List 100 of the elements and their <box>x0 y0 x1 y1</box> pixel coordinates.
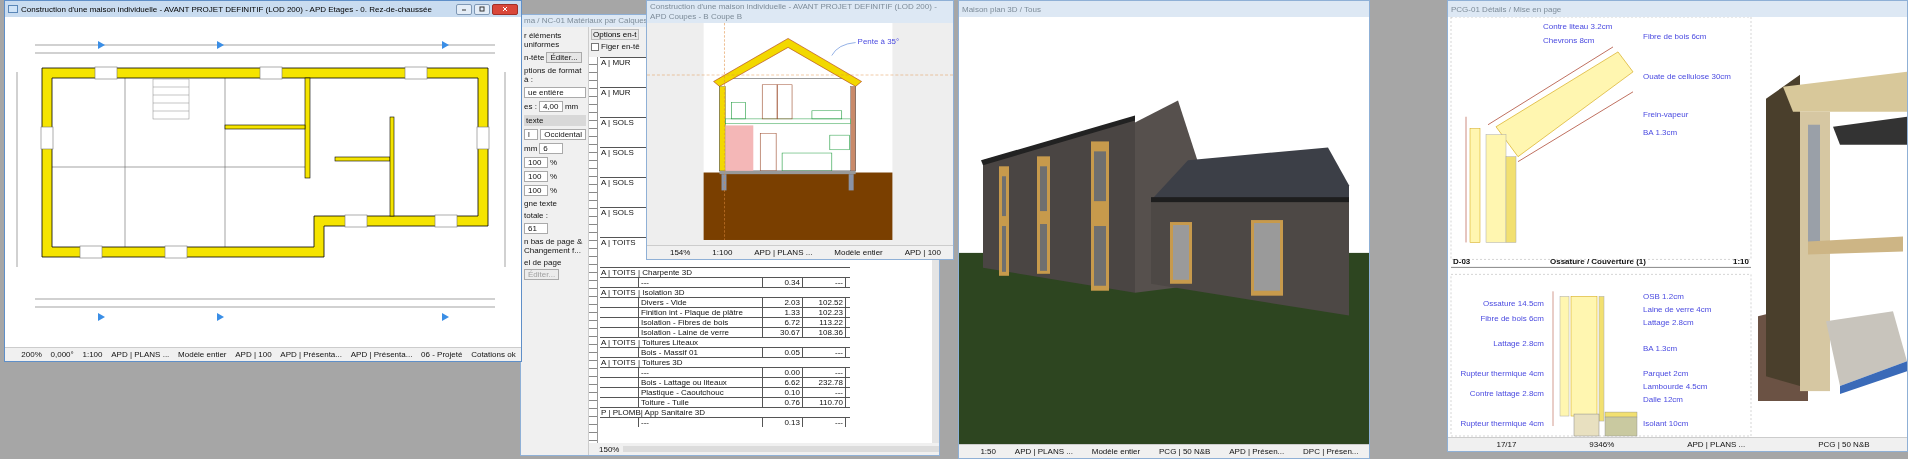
table-cell: Plastique - Caoutchouc <box>638 388 762 397</box>
minimize-icon <box>459 6 469 12</box>
close-icon <box>500 6 510 12</box>
minimize-button[interactable] <box>456 3 472 15</box>
toolbar-dropdown[interactable]: 154% <box>669 248 691 257</box>
table-cell: Finition int - Plaque de plâtre <box>638 308 762 317</box>
setting-label: n-tête <box>524 53 545 62</box>
table-cell: 1.33 <box>762 308 802 317</box>
toolbar-dropdown[interactable]: Modèle entier <box>834 248 883 257</box>
group-heading: A | SOLS <box>600 208 634 217</box>
toolbar-dropdown[interactable]: Modèle entier <box>1091 447 1141 456</box>
toolbar-dropdown[interactable]: APD | Présen... <box>1229 447 1285 456</box>
toolbar-dropdown[interactable]: Modèle entier <box>178 350 227 359</box>
toolbar-dropdown[interactable]: 1:100 <box>82 350 103 359</box>
table-cell: Bois - Lattage ou liteaux <box>638 378 762 387</box>
window-title: Construction d'une maison individuelle - AVANT PROJET DEFINITIF (LOD 200) - APD Coupes - B Coupe B <box>650 2 938 22</box>
group-heading: A | TOITS | Charpente 3D <box>600 268 692 277</box>
maximize-button[interactable] <box>474 3 490 15</box>
toolbar-dropdown[interactable]: APD | PLANS ... <box>754 248 813 257</box>
table-cell: 113.22 <box>802 318 846 327</box>
dropdown[interactable]: Occidental <box>540 129 586 140</box>
table-cell: 2.03 <box>762 298 802 307</box>
toolbar-dropdown[interactable]: APD | PLANS ... <box>1687 440 1746 449</box>
input-field[interactable]: 100 <box>524 157 548 168</box>
table-cell: 102.52 <box>802 298 846 307</box>
group-heading: A | TOITS | Toitures Liteaux <box>600 338 699 347</box>
input-field[interactable]: 100 <box>524 171 548 182</box>
input-field[interactable]: 100 <box>524 185 548 196</box>
group-heading: A | MUR <box>600 58 631 67</box>
setting-label: totale : <box>524 211 548 220</box>
setting-label: % <box>550 158 558 167</box>
table-cell: 0.13 <box>762 418 802 427</box>
setting-label: % <box>550 186 558 195</box>
table-cell: Bois - Massif 01 <box>638 348 762 357</box>
setting-label: el de page <box>524 258 562 267</box>
toolbar-dropdown[interactable]: 9346% <box>1589 440 1615 449</box>
table-cell: 0.05 <box>762 348 802 357</box>
dropdown[interactable]: ue entière <box>524 87 586 98</box>
setting-label: ptions de format à : <box>524 66 583 84</box>
checkbox[interactable] <box>591 42 599 51</box>
options-button[interactable]: Options en-t <box>591 29 639 40</box>
setting-label: n bas de page & Changement f... <box>524 237 584 255</box>
toolbar-dropdown[interactable]: 1:100 <box>712 248 733 257</box>
window-title: Construction d'une maison individuelle - AVANT PROJET DEFINITIF (LOD 200) - APD Etages - 0. Rez-de-chaussée <box>21 4 432 14</box>
close-button[interactable] <box>492 3 518 15</box>
toolbar-dropdown[interactable]: PCG | 50 N&B <box>1818 440 1870 449</box>
table-cell: Divers - Vide <box>638 298 762 307</box>
toolbar-dropdown[interactable]: APD | Présenta... <box>280 350 342 359</box>
table-cell: --- <box>802 418 846 427</box>
table-cell: --- <box>638 368 762 377</box>
group-heading: A | SOLS <box>600 178 634 187</box>
dropdown[interactable]: l <box>524 129 539 140</box>
setting-label: mm <box>524 144 538 153</box>
toolbar-dropdown[interactable]: 1:50 <box>980 447 996 456</box>
group-heading: A | MUR <box>600 88 631 97</box>
toolbar-dropdown[interactable]: APD | 100 <box>904 248 941 257</box>
table-cell: --- <box>802 368 846 377</box>
input-field[interactable]: 6 <box>539 143 564 154</box>
toolbar-dropdown[interactable]: 200% <box>21 350 42 359</box>
toolbar-dropdown[interactable]: APD | Présenta... <box>350 350 413 359</box>
table-cell: --- <box>802 388 846 397</box>
table-cell: 232.78 <box>802 378 846 387</box>
table-cell: 6.72 <box>762 318 802 327</box>
table-cell: Isolation - Laine de verre <box>638 328 762 337</box>
edit-button[interactable]: Éditer... <box>546 52 582 63</box>
toolbar-dropdown[interactable]: PCG | 50 N&B <box>1159 447 1211 456</box>
toolbar-dropdown[interactable]: 17/17 <box>1496 440 1517 449</box>
scrollbar[interactable] <box>623 446 939 452</box>
group-heading: A | TOITS <box>600 238 636 247</box>
setting-label: gne texte <box>524 199 557 208</box>
table-cell: 108.36 <box>802 328 846 337</box>
checkbox-label: Figer en-tê <box>601 42 640 51</box>
input-field[interactable]: 4,00 <box>538 101 563 112</box>
table-cell: 110.70 <box>802 398 846 407</box>
table-cell: 0.00 <box>762 368 802 377</box>
group-heading: A | TOITS | Toitures 3D <box>600 358 683 367</box>
window-icon <box>8 5 18 13</box>
toolbar-dropdown[interactable]: DPC | Présen... <box>1303 447 1359 456</box>
table-cell: 102.23 <box>802 308 846 317</box>
table-cell: --- <box>638 278 762 287</box>
group-heading: A | SOLS <box>600 118 634 127</box>
window-title: Maison plan 3D / Tous <box>962 4 1041 14</box>
window-title: PCG-01 Détails / Mise en page <box>1451 4 1562 14</box>
toolbar-dropdown[interactable]: Cotations ok <box>471 350 516 359</box>
toolbar-dropdown[interactable]: APD | PLANS ... <box>1014 447 1073 456</box>
toolbar-dropdown[interactable]: 06 - Projeté <box>421 350 463 359</box>
input-field[interactable]: 61 <box>524 223 548 234</box>
table-cell: Toiture - Tuile <box>638 398 762 407</box>
table-cell: 30.67 <box>762 328 802 337</box>
zoom-dropdown[interactable]: 150% <box>599 444 620 454</box>
section-header: texte <box>524 115 586 126</box>
table-cell: 0.76 <box>762 398 802 407</box>
table-cell: 0.34 <box>762 278 802 287</box>
toolbar-dropdown[interactable]: APD | 100 <box>235 350 272 359</box>
group-heading: P | PLOMB| App Sanitaire 3D <box>600 408 706 417</box>
table-cell: --- <box>638 418 762 427</box>
toolbar-dropdown[interactable]: 0,000° <box>50 350 74 359</box>
table-cell: --- <box>802 278 846 287</box>
table-cell: Isolation - Fibres de bois <box>638 318 762 327</box>
toolbar-dropdown[interactable]: APD | PLANS ... <box>111 350 170 359</box>
